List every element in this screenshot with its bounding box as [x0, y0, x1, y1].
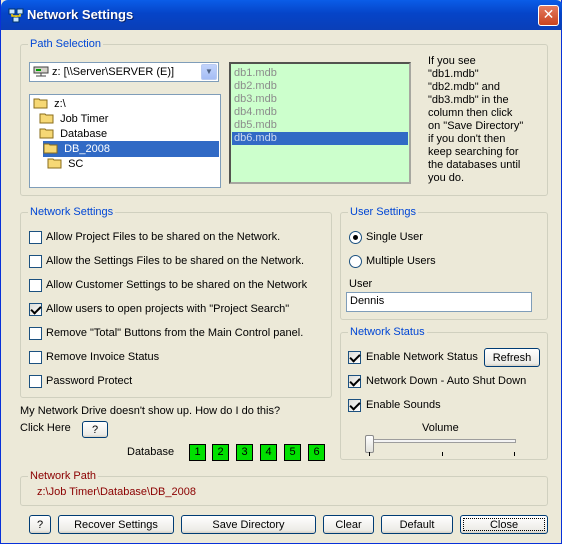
remove-invoice-status-label: Remove Invoice Status — [46, 351, 160, 363]
database-file-item[interactable]: db3.mdb — [232, 93, 408, 106]
share-settings-files-label: Allow the Settings Files to be shared on… — [46, 255, 305, 267]
directory-item-selected[interactable]: DB_2008 — [43, 141, 219, 157]
enable-network-status-checkbox[interactable] — [348, 351, 361, 364]
multiple-users-label: Multiple Users — [366, 255, 436, 267]
project-search-checkbox[interactable] — [29, 303, 42, 316]
remove-total-buttons-checkbox[interactable] — [29, 327, 42, 340]
remove-total-buttons-label: Remove "Total" Buttons from the Main Con… — [46, 327, 304, 339]
folder-icon — [47, 158, 62, 169]
volume-slider-track[interactable] — [368, 439, 516, 443]
database-file-item[interactable]: db2.mdb — [232, 80, 408, 93]
multiple-users-radio[interactable] — [349, 255, 362, 268]
network-drive-help-text: My Network Drive doesn't show up. How do… — [20, 405, 281, 417]
directory-item[interactable]: z:\ — [33, 96, 219, 112]
database-file-item-selected[interactable]: db6.mdb — [232, 132, 408, 145]
network-drive-help-button[interactable]: ? — [82, 421, 108, 438]
enable-sounds-checkbox[interactable] — [348, 399, 361, 412]
network-path-legend: Network Path — [28, 470, 99, 482]
open-folder-icon — [43, 143, 58, 154]
share-customer-settings-label: Allow Customer Settings to be shared on … — [46, 279, 308, 291]
chevron-down-icon[interactable]: ▼ — [201, 64, 217, 80]
password-protect-label: Password Protect — [46, 375, 133, 387]
network-settings-window: Network Settings ✕ Path Selection z: [\\… — [0, 0, 562, 544]
close-button[interactable]: Close — [460, 515, 548, 534]
network-settings-legend: Network Settings — [28, 206, 116, 218]
volume-tick — [514, 452, 515, 456]
share-customer-settings-checkbox[interactable] — [29, 279, 42, 292]
help-button[interactable]: ? — [29, 515, 51, 534]
instruction-note: If you see "db1.mdb" "db2.mdb" and "db3.… — [428, 55, 524, 184]
project-search-label: Allow users to open projects with "Proje… — [46, 303, 290, 315]
share-settings-files-checkbox[interactable] — [29, 255, 42, 268]
title-bar: Network Settings ✕ — [1, 0, 562, 30]
volume-tick — [442, 452, 443, 456]
database-4-button[interactable]: 4 — [260, 444, 277, 461]
user-settings-legend: User Settings — [348, 206, 419, 218]
single-user-label: Single User — [366, 231, 423, 243]
database-3-button[interactable]: 3 — [236, 444, 253, 461]
save-directory-button[interactable]: Save Directory — [181, 515, 316, 534]
network-drive-icon — [33, 66, 49, 77]
database-label: Database — [127, 446, 175, 458]
network-app-icon — [8, 8, 24, 23]
user-name-field[interactable]: Dennis — [346, 292, 532, 312]
directory-list[interactable]: z:\ Job Timer Database DB_2008 SC — [29, 94, 221, 188]
share-project-files-checkbox[interactable] — [29, 231, 42, 244]
database-6-button[interactable]: 6 — [308, 444, 325, 461]
click-here-label: Click Here — [20, 422, 71, 434]
path-selection-legend: Path Selection — [28, 38, 103, 50]
drive-select-value: z: [\\Server\SERVER (E)] — [52, 66, 175, 78]
enable-sounds-label: Enable Sounds — [366, 399, 441, 411]
database-5-button[interactable]: 5 — [284, 444, 301, 461]
volume-tick — [369, 452, 370, 456]
network-down-checkbox[interactable] — [348, 375, 361, 388]
volume-slider-thumb[interactable] — [365, 435, 374, 453]
open-folder-icon — [33, 98, 48, 109]
database-file-item[interactable]: db1.mdb — [232, 67, 408, 80]
directory-item[interactable]: Database — [39, 126, 219, 142]
close-window-button[interactable]: ✕ — [538, 5, 559, 26]
window-title: Network Settings — [27, 7, 134, 22]
share-project-files-label: Allow Project Files to be shared on the … — [46, 231, 281, 243]
directory-item[interactable]: SC — [47, 156, 219, 172]
open-folder-icon — [39, 128, 54, 139]
open-folder-icon — [39, 113, 54, 124]
database-file-list[interactable]: db1.mdb db2.mdb db3.mdb db4.mdb db5.mdb … — [229, 62, 411, 184]
close-icon: ✕ — [542, 7, 555, 23]
database-file-item[interactable]: db4.mdb — [232, 106, 408, 119]
user-name-value: Dennis — [350, 295, 385, 307]
single-user-radio[interactable] — [349, 231, 362, 244]
network-status-legend: Network Status — [348, 326, 427, 338]
database-file-item[interactable]: db5.mdb — [232, 119, 408, 132]
database-1-button[interactable]: 1 — [189, 444, 206, 461]
volume-label: Volume — [422, 422, 459, 434]
enable-network-status-label: Enable Network Status — [366, 351, 478, 363]
refresh-button[interactable]: Refresh — [484, 348, 540, 367]
password-protect-checkbox[interactable] — [29, 375, 42, 388]
default-button[interactable]: Default — [381, 515, 453, 534]
recover-settings-button[interactable]: Recover Settings — [58, 515, 174, 534]
remove-invoice-status-checkbox[interactable] — [29, 351, 42, 364]
user-field-label: User — [349, 278, 373, 290]
clear-button[interactable]: Clear — [323, 515, 374, 534]
directory-item[interactable]: Job Timer — [39, 111, 219, 127]
drive-select[interactable]: z: [\\Server\SERVER (E)] ▼ — [29, 62, 219, 82]
network-down-label: Network Down - Auto Shut Down — [366, 375, 527, 387]
network-path-value: z:\Job Timer\Database\DB_2008 — [37, 486, 196, 498]
database-2-button[interactable]: 2 — [212, 444, 229, 461]
